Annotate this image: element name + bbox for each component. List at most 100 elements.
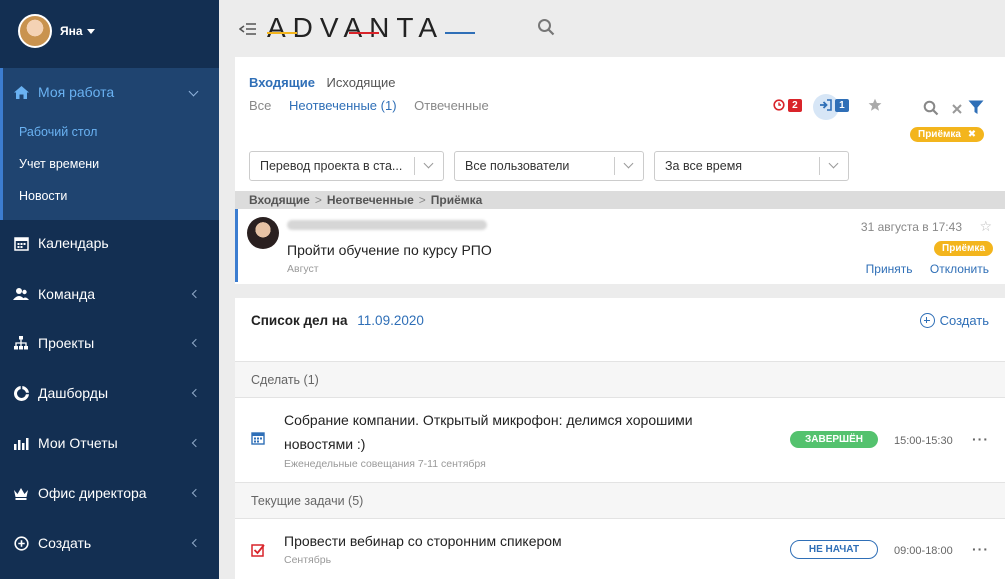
decline-link[interactable]: Отклонить	[930, 262, 989, 276]
checkbox-checked-icon[interactable]	[251, 543, 265, 562]
chevron-right-icon: >	[418, 193, 426, 207]
sidebar-item-label: Команда	[38, 286, 96, 302]
task-row[interactable]: Провести вебинар со сторонним спикером С…	[235, 519, 1005, 579]
more-icon[interactable]: ···	[972, 431, 989, 447]
create-button[interactable]: Создать	[919, 313, 989, 328]
section-todo[interactable]: Сделать (1)	[235, 361, 1005, 398]
sidebar-item-team[interactable]: Команда	[0, 269, 219, 319]
top-bar: ADVANTA	[219, 0, 1005, 57]
project-filter-value: Перевод проекта в ста...	[260, 159, 403, 173]
active-filter-label: Приёмка	[918, 129, 961, 140]
star-outline-icon[interactable]: ☆	[979, 218, 992, 235]
users-filter-value: Все пользователи	[465, 159, 570, 173]
search-icon[interactable]	[537, 18, 555, 41]
chevron-down-icon	[623, 158, 634, 169]
message-date: 31 августа в 17:43	[860, 220, 962, 234]
sidebar-item-label: Календарь	[38, 235, 109, 251]
chevron-left-icon	[191, 488, 201, 498]
message-subtitle: Август	[287, 263, 319, 275]
sidebar-subitem-desktop[interactable]: Рабочий стол	[3, 116, 219, 148]
calendar-icon	[251, 431, 265, 450]
sidebar-item-calendar[interactable]: Календарь	[0, 218, 219, 268]
chevron-left-icon	[191, 538, 201, 548]
bar-chart-icon	[12, 434, 30, 452]
pie-chart-icon	[12, 384, 30, 402]
task-title: Собрание компании. Открытый микрофон: де…	[284, 412, 693, 452]
filter-icon[interactable]	[968, 100, 984, 120]
search-icon[interactable]	[923, 100, 939, 121]
user-menu[interactable]: Яна	[18, 14, 95, 48]
sidebar-item-label: Дашборды	[38, 385, 108, 401]
section-current[interactable]: Текущие задачи (5)	[235, 482, 1005, 519]
chevron-left-icon	[191, 438, 201, 448]
accept-link[interactable]: Принять	[866, 262, 913, 276]
sidebar-item-label: Проекты	[38, 335, 95, 351]
sidebar-item-my-work[interactable]: Моя работа Рабочий стол Учет времени Нов…	[0, 68, 219, 220]
sign-in-icon	[820, 99, 832, 111]
subtab-answered[interactable]: Отвеченные	[414, 98, 489, 113]
active-filter-tag[interactable]: Приёмка ✖	[910, 127, 985, 142]
breadcrumb-item: Приёмка	[430, 193, 483, 207]
task-subtitle: Еженедельные совещания 7-11 сентября	[284, 458, 486, 470]
sidebar-item-dashboards[interactable]: Дашборды	[0, 368, 219, 418]
status-badge: НЕ НАЧАТ	[790, 540, 878, 559]
todo-heading-label: Список дел на	[251, 313, 348, 328]
crown-icon	[12, 484, 30, 502]
sidebar-item-label: Офис директора	[38, 485, 147, 501]
sitemap-icon	[12, 334, 30, 352]
create-label: Создать	[939, 313, 989, 328]
subtab-unanswered[interactable]: Неотвеченные (1)	[289, 98, 397, 113]
breadcrumb-item[interactable]: Неотвеченные	[327, 193, 414, 207]
more-icon[interactable]: ···	[972, 541, 989, 557]
period-filter-select[interactable]: За все время	[654, 151, 849, 181]
remove-tag-icon[interactable]: ✖	[968, 129, 976, 140]
sidebar-subitem-time[interactable]: Учет времени	[3, 148, 219, 180]
home-icon	[12, 83, 30, 101]
status-badge: ЗАВЕРШЁН	[790, 431, 878, 448]
chevron-right-icon: >	[314, 193, 322, 207]
calendar-icon	[12, 234, 30, 252]
message-tag: Приёмка	[934, 241, 993, 256]
period-filter-value: За все время	[665, 159, 743, 173]
task-subtitle: Сентябрь	[284, 554, 332, 566]
chevron-left-icon	[191, 338, 201, 348]
user-name: Яна	[60, 24, 83, 38]
sidebar-item-create[interactable]: Создать	[0, 518, 219, 568]
chevron-down-icon	[828, 158, 839, 169]
overdue-filter[interactable]: 2	[773, 99, 802, 112]
sidebar-item-projects[interactable]: Проекты	[0, 318, 219, 368]
star-icon[interactable]	[868, 98, 882, 117]
plus-circle-icon	[12, 534, 30, 552]
collapse-sidebar-icon[interactable]	[238, 22, 257, 40]
tab-incoming[interactable]: Входящие	[249, 75, 315, 90]
sidebar-item-reports[interactable]: Мои Отчеты	[0, 418, 219, 468]
clear-filter-icon[interactable]	[951, 102, 963, 120]
todo-panel: Список дел на 11.09.2020 Создать Сделать…	[235, 298, 1005, 579]
sidebar-item-director-office[interactable]: Офис директора	[0, 468, 219, 518]
task-time: 15:00-15:30	[894, 435, 953, 447]
plus-circle-icon	[919, 313, 935, 328]
breadcrumb-item[interactable]: Входящие	[249, 193, 310, 207]
sidebar-item-label: Мои Отчеты	[38, 435, 118, 451]
sidebar-item-label: Создать	[38, 535, 92, 551]
task-row[interactable]: Собрание компании. Открытый микрофон: де…	[235, 398, 1005, 482]
task-time: 09:00-18:00	[894, 545, 953, 557]
logo-accent-icon	[267, 32, 475, 34]
todo-heading: Список дел на 11.09.2020	[251, 313, 424, 328]
users-filter-select[interactable]: Все пользователи	[454, 151, 644, 181]
team-icon	[12, 285, 30, 303]
todo-date[interactable]: 11.09.2020	[357, 313, 424, 328]
project-filter-select[interactable]: Перевод проекта в ста...	[249, 151, 444, 181]
tab-outgoing[interactable]: Исходящие	[327, 75, 396, 90]
sidebar: Яна Моя работа Рабочий стол Учет времени…	[0, 0, 219, 579]
incoming-filter[interactable]: 1	[819, 99, 849, 112]
chevron-down-icon	[423, 158, 434, 169]
subtab-all[interactable]: Все	[249, 98, 271, 113]
message-item[interactable]: Пройти обучение по курсу РПО Август 31 а…	[235, 209, 1005, 282]
sidebar-subitem-news[interactable]: Новости	[3, 180, 219, 212]
chevron-down-icon	[188, 86, 199, 97]
sender-name-blurred	[287, 220, 487, 230]
clock-icon	[773, 99, 785, 111]
chevron-left-icon	[191, 289, 201, 299]
sidebar-item-label: Моя работа	[38, 84, 115, 100]
